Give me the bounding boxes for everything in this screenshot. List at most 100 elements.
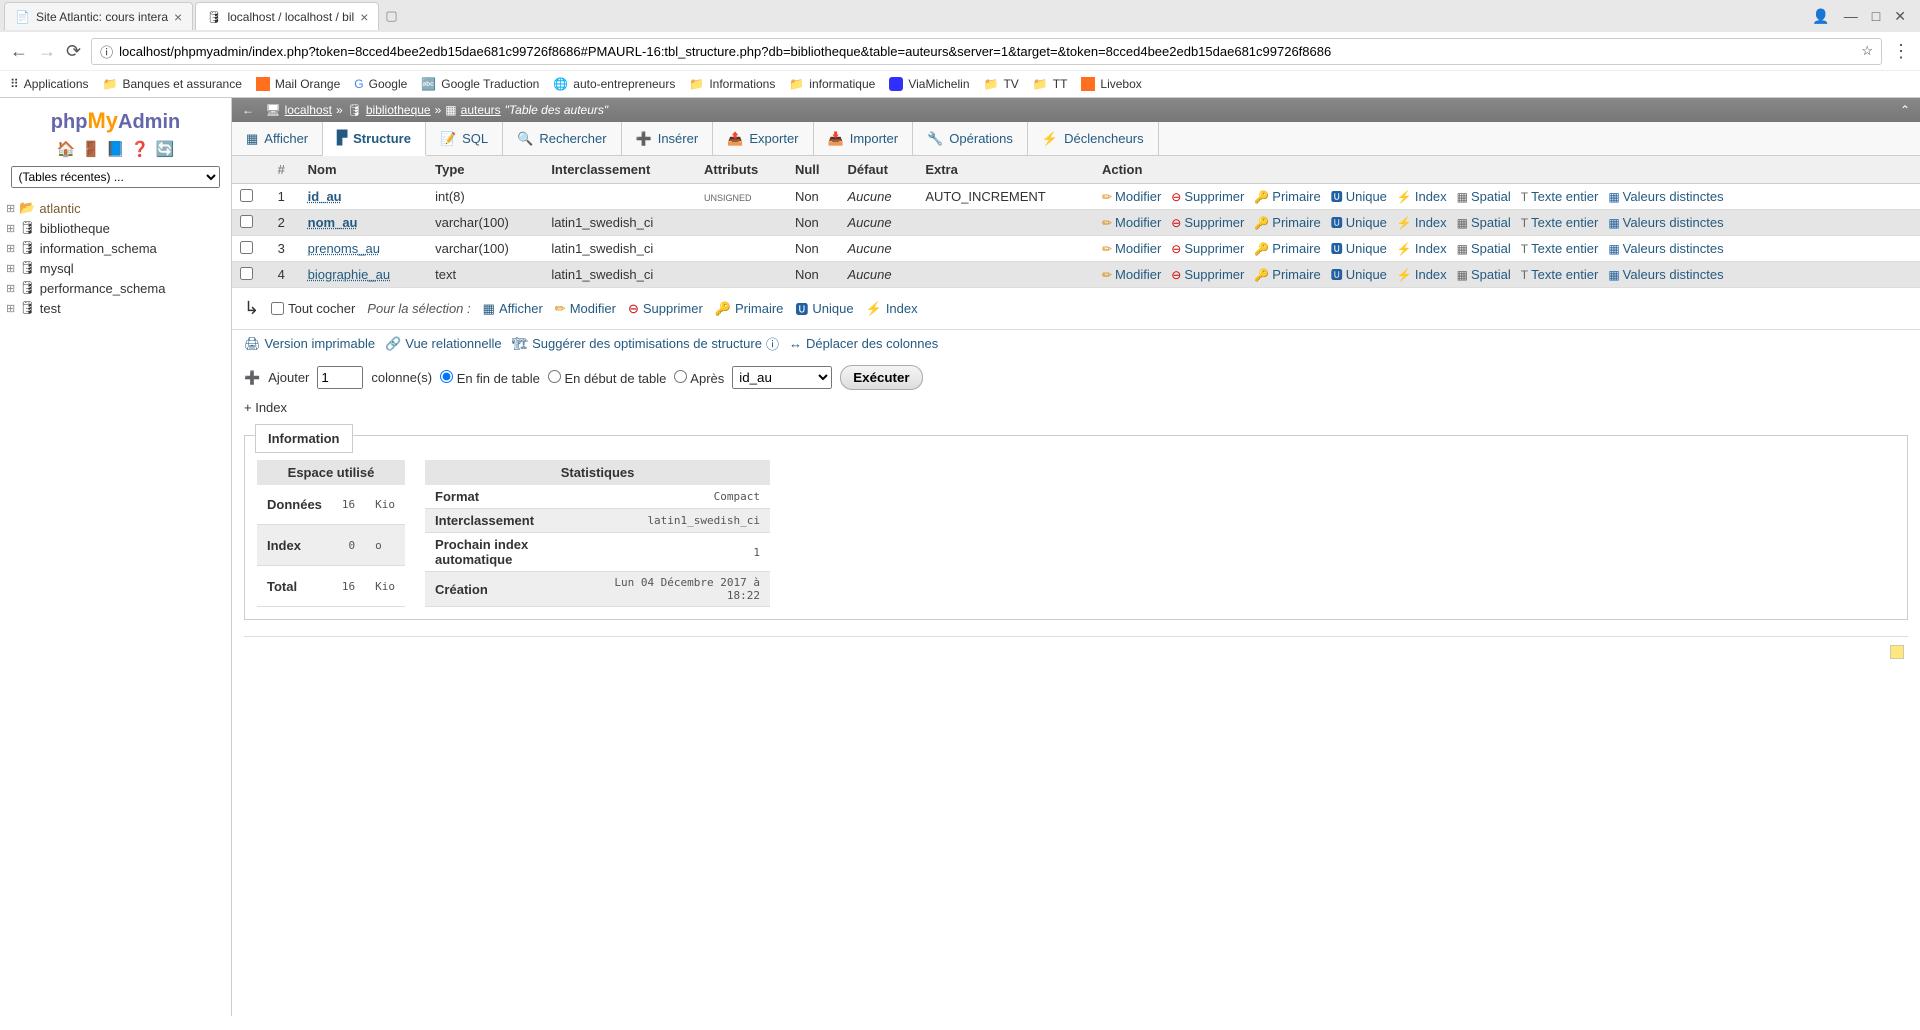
row-checkbox[interactable] (240, 189, 253, 202)
relation-link[interactable]: 🔗Vue relationnelle (385, 336, 502, 352)
unique-link[interactable]: 🆄Unique (1331, 214, 1387, 231)
delete-link[interactable]: ⊖Supprimer (1171, 214, 1244, 231)
bookmark-item[interactable]: Mail Orange (256, 77, 340, 91)
column-name-link[interactable]: prenoms_au (308, 241, 380, 256)
edit-link[interactable]: ✏Modifier (1102, 240, 1161, 257)
url-input[interactable] (119, 44, 1855, 59)
plus-index-link[interactable]: + Index (232, 398, 1920, 425)
expand-icon[interactable]: ⊞ (6, 282, 15, 295)
collapse-left-icon[interactable]: ← (242, 103, 254, 117)
info-icon[interactable]: ⓘ (100, 42, 113, 61)
fulltext-link[interactable]: TTexte entier (1521, 266, 1599, 283)
bulk-primary[interactable]: 🔑Primaire (715, 301, 784, 317)
close-icon[interactable]: × (360, 9, 368, 25)
bookmark-item[interactable]: 📁Informations (689, 77, 775, 91)
tab-rechercher[interactable]: 🔍Rechercher (503, 122, 621, 155)
check-all[interactable]: Tout cocher (271, 301, 355, 316)
col-null[interactable]: Null (787, 156, 840, 184)
move-link[interactable]: ↔Déplacer des colonnes (789, 336, 938, 351)
col-type[interactable]: Type (427, 156, 543, 184)
primary-link[interactable]: 🔑Primaire (1254, 266, 1320, 283)
index-link[interactable]: ⚡Index (1397, 240, 1447, 257)
primary-link[interactable]: 🔑Primaire (1254, 188, 1320, 205)
edit-link[interactable]: ✏Modifier (1102, 188, 1161, 205)
information-tab[interactable]: Information (255, 424, 353, 453)
col-collation[interactable]: Interclassement (543, 156, 696, 184)
bulk-edit[interactable]: ✏Modifier (555, 301, 616, 317)
delete-link[interactable]: ⊖Supprimer (1171, 188, 1244, 205)
new-tab-button[interactable]: ▢ (381, 4, 401, 28)
reload-button[interactable]: ⟳ (66, 41, 81, 62)
url-bar[interactable]: ⓘ ☆ (91, 38, 1882, 65)
bulk-unique[interactable]: 🆄Unique (795, 299, 853, 318)
query-icon[interactable]: 📘 (106, 140, 125, 158)
tab-afficher[interactable]: ▦Afficher (232, 122, 323, 155)
bulk-delete[interactable]: ⊖Supprimer (628, 301, 703, 317)
home-icon[interactable]: 🏠 (57, 140, 76, 158)
breadcrumb-database[interactable]: bibliotheque (366, 103, 431, 117)
col-default[interactable]: Défaut (839, 156, 917, 184)
row-checkbox[interactable] (240, 241, 253, 254)
db-item[interactable]: ⊞🛢test (6, 298, 225, 318)
radio-after[interactable]: Après (674, 370, 724, 386)
col-num[interactable]: # (270, 156, 300, 184)
tab-declencheurs[interactable]: ⚡Déclencheurs (1028, 122, 1159, 155)
expand-icon[interactable]: ⊞ (6, 262, 15, 275)
breadcrumb-server[interactable]: localhost (285, 103, 332, 117)
tab-exporter[interactable]: 📤Exporter (713, 122, 813, 155)
browser-tab[interactable]: 🛢 localhost / localhost / bil × (195, 2, 379, 30)
bookmark-item[interactable]: 🔤Google Traduction (421, 77, 539, 91)
index-link[interactable]: ⚡Index (1397, 214, 1447, 231)
suggest-link[interactable]: 🏗Suggérer des optimisations de structure… (512, 334, 779, 353)
fulltext-link[interactable]: TTexte entier (1521, 188, 1599, 205)
forward-button[interactable]: → (38, 41, 56, 62)
radio-start[interactable]: En début de table (548, 370, 667, 386)
expand-icon[interactable]: ⊞ (6, 242, 15, 255)
radio-end[interactable]: En fin de table (440, 370, 540, 386)
column-name-link[interactable]: nom_au (308, 215, 358, 230)
edit-link[interactable]: ✏Modifier (1102, 266, 1161, 283)
edit-link[interactable]: ✏Modifier (1102, 214, 1161, 231)
primary-link[interactable]: 🔑Primaire (1254, 240, 1320, 257)
browser-tab[interactable]: 📄 Site Atlantic: cours intera × (4, 2, 193, 30)
bookmark-item[interactable]: Livebox (1081, 77, 1141, 91)
help-icon[interactable]: ⓘ (766, 334, 779, 353)
close-icon[interactable]: × (174, 9, 182, 25)
delete-link[interactable]: ⊖Supprimer (1171, 266, 1244, 283)
recent-tables-select[interactable]: (Tables récentes) ... (11, 166, 219, 188)
unique-link[interactable]: 🆄Unique (1331, 188, 1387, 205)
bookmark-item[interactable]: 🌐auto-entrepreneurs (553, 77, 675, 91)
execute-button[interactable]: Exécuter (840, 365, 922, 390)
fulltext-link[interactable]: TTexte entier (1521, 214, 1599, 231)
maximize-icon[interactable]: □ (1872, 8, 1880, 25)
db-item[interactable]: ⊞🛢mysql (6, 258, 225, 278)
distinct-link[interactable]: ▦Valeurs distinctes (1608, 214, 1723, 231)
close-window-icon[interactable]: ✕ (1894, 8, 1906, 25)
bookmark-item[interactable]: ViaMichelin (889, 77, 969, 91)
minimize-icon[interactable]: — (1844, 8, 1858, 25)
index-link[interactable]: ⚡Index (1397, 188, 1447, 205)
column-name-link[interactable]: biographie_au (308, 267, 390, 282)
delete-link[interactable]: ⊖Supprimer (1171, 240, 1244, 257)
distinct-link[interactable]: ▦Valeurs distinctes (1608, 240, 1723, 257)
index-link[interactable]: ⚡Index (1397, 266, 1447, 283)
col-nom[interactable]: Nom (300, 156, 427, 184)
primary-link[interactable]: 🔑Primaire (1254, 214, 1320, 231)
expand-icon[interactable]: ⊞ (6, 222, 15, 235)
tab-inserer[interactable]: ➕Insérer (622, 122, 714, 155)
db-item[interactable]: ⊞🛢performance_schema (6, 278, 225, 298)
console-toggle[interactable] (1890, 645, 1904, 659)
db-item[interactable]: ⊞🛢bibliotheque (6, 218, 225, 238)
bookmark-item[interactable]: 📁Banques et assurance (103, 77, 242, 91)
tab-structure[interactable]: ▛Structure (323, 122, 426, 156)
bookmark-item[interactable]: 📁TV (984, 77, 1019, 91)
row-checkbox[interactable] (240, 215, 253, 228)
distinct-link[interactable]: ▦Valeurs distinctes (1608, 266, 1723, 283)
user-icon[interactable]: 👤 (1812, 8, 1829, 25)
tab-importer[interactable]: 📥Importer (814, 122, 914, 155)
docs-icon[interactable]: ❓ (131, 140, 150, 158)
distinct-link[interactable]: ▦Valeurs distinctes (1608, 188, 1723, 205)
tab-sql[interactable]: 📝SQL (426, 122, 503, 155)
star-icon[interactable]: ☆ (1861, 43, 1873, 59)
col-attributes[interactable]: Attributs (696, 156, 787, 184)
